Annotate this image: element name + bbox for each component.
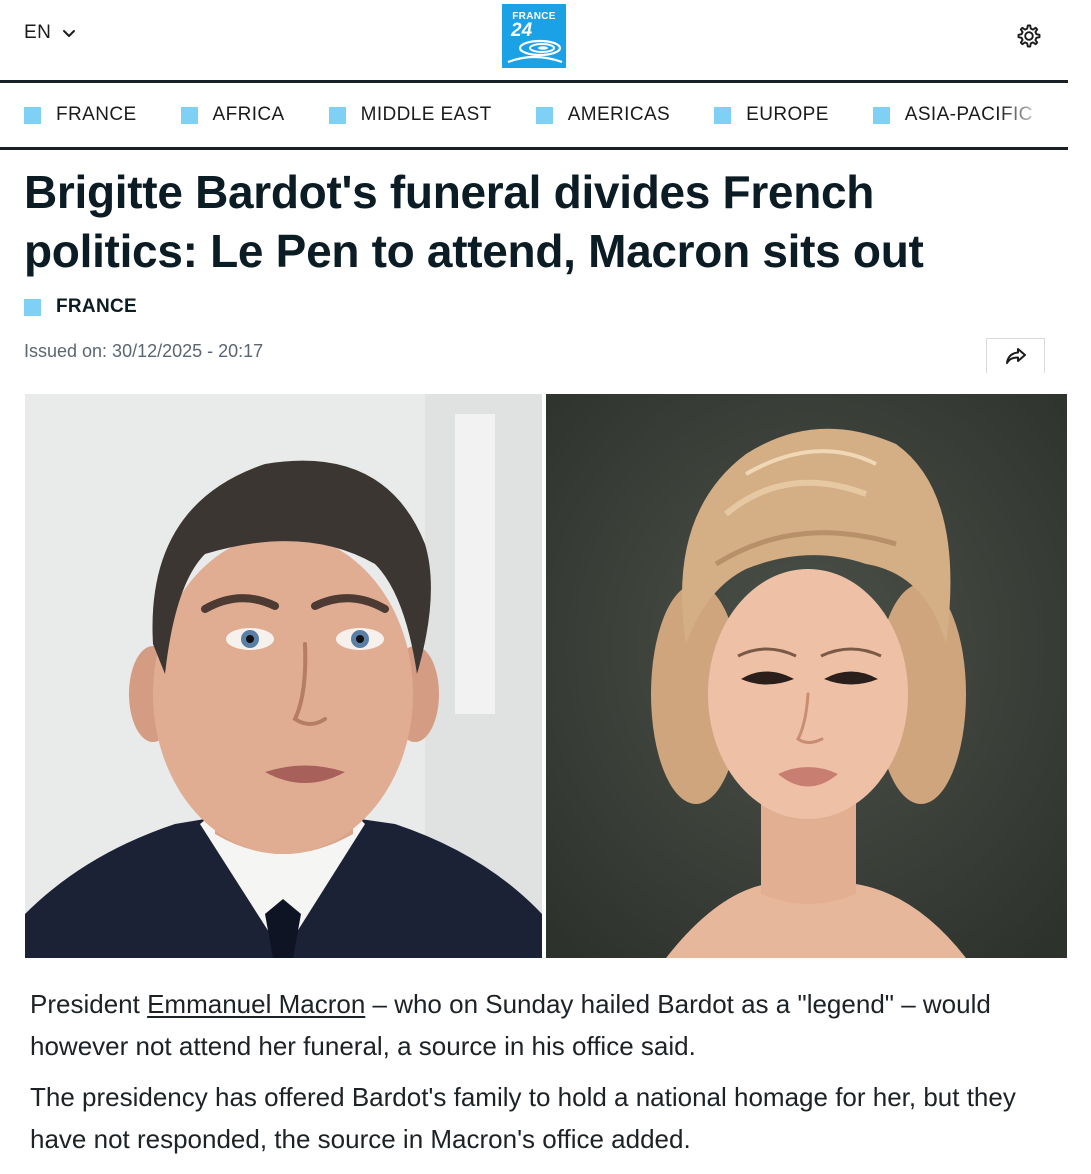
nav-item-middle-east[interactable]: MIDDLE EAST [328, 104, 492, 126]
nav-item-americas[interactable]: AMERICAS [535, 104, 671, 126]
nav-item-label: EUROPE [746, 104, 829, 125]
nav-square-icon [24, 106, 41, 124]
issued-date: Issued on: 30/12/2025 - 20:17 [24, 341, 264, 361]
nav-item-africa[interactable]: AFRICA [180, 104, 285, 126]
nav-item-france[interactable]: FRANCE [24, 104, 137, 126]
language-label: EN [24, 22, 52, 43]
portrait-woman-illustration [546, 394, 1067, 958]
category-square-icon [24, 298, 41, 316]
article-headline: Brigitte Bardot's funeral divides French… [24, 166, 924, 277]
nav-divider [0, 147, 1068, 150]
nav-square-icon [714, 106, 732, 124]
emmanuel-macron-link[interactable]: Emmanuel Macron [147, 989, 365, 1019]
nav-item-label: FRANCE [56, 104, 137, 125]
logo-waves-icon [507, 39, 563, 64]
share-arrow-icon [1005, 348, 1026, 364]
photo-macron [25, 394, 542, 958]
paragraph-text: President [30, 989, 148, 1019]
photo-bardot [546, 394, 1067, 958]
nav-square-icon [535, 106, 553, 124]
nav-square-icon [328, 106, 346, 124]
section-nav: FRANCE AFRICA MIDDLE EAST AMERICAS EUROP… [0, 83, 1068, 147]
nav-item-label: MIDDLE EAST [360, 104, 492, 125]
article-paragraph-1: President Emmanuel Macron – who on Sunda… [30, 983, 1050, 1067]
top-bar: EN FRANCE 24 [0, 0, 1091, 80]
article-category[interactable]: FRANCE [24, 296, 137, 318]
language-selector[interactable]: EN [24, 22, 77, 44]
nav-item-europe[interactable]: EUROPE [714, 104, 829, 126]
category-label: FRANCE [56, 296, 137, 317]
chevron-down-icon [63, 30, 76, 37]
gear-icon[interactable] [1014, 22, 1042, 50]
portrait-man-illustration [25, 394, 542, 958]
france24-logo[interactable]: FRANCE 24 [502, 4, 566, 68]
article-paragraph-2: The presidency has offered Bardot's fami… [30, 1082, 1016, 1154]
nav-item-label: AMERICAS [567, 104, 671, 125]
nav-fade-overlay [998, 83, 1068, 147]
nav-item-label: AFRICA [212, 104, 285, 125]
nav-square-icon [872, 106, 890, 124]
share-button[interactable] [986, 338, 1045, 373]
nav-square-icon [180, 106, 198, 124]
